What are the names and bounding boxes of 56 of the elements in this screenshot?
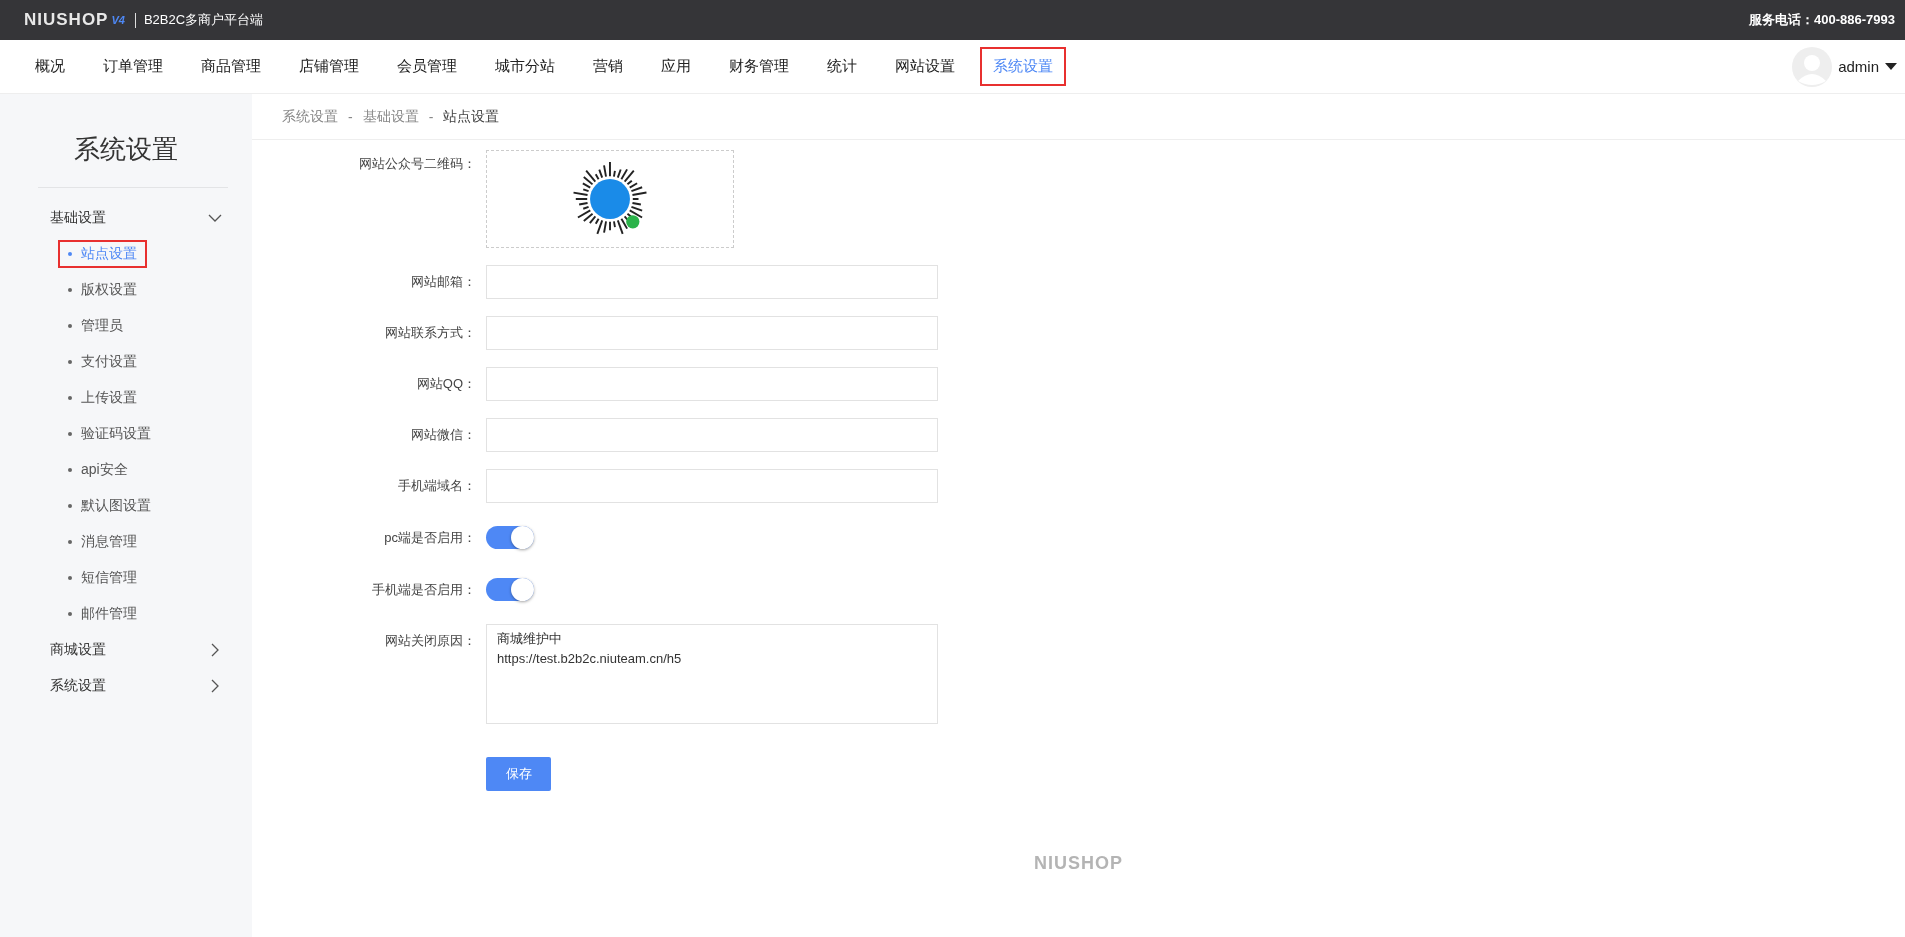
- input-field[interactable]: [486, 316, 938, 350]
- sidebar-item[interactable]: 版权设置: [58, 276, 147, 304]
- field-label: pc端是否启用：: [383, 528, 477, 547]
- caret-icon[interactable]: [1885, 62, 1897, 71]
- nav-item[interactable]: 订单管理: [90, 47, 176, 86]
- nav-item[interactable]: 会员管理: [384, 47, 470, 86]
- user-name[interactable]: admin: [1838, 58, 1879, 75]
- platform-title: B2B2C多商户平台端: [143, 11, 264, 29]
- nav-item[interactable]: 城市分站: [482, 47, 568, 86]
- breadcrumb-separator: -: [428, 108, 434, 125]
- breadcrumb-link[interactable]: 基础设置: [362, 107, 419, 126]
- nav-item[interactable]: 系统设置: [980, 47, 1066, 86]
- version-label: V4: [111, 14, 125, 26]
- input-field[interactable]: [486, 418, 938, 452]
- sidebar-item[interactable]: 默认图设置: [58, 492, 161, 520]
- text-area[interactable]: 商城维护中 https://test.b2b2c.niuteam.cn/h5: [486, 624, 938, 724]
- field-label: 网站关闭原因：: [384, 632, 477, 650]
- nav-item[interactable]: 商品管理: [188, 47, 274, 86]
- field-label: 网站QQ：: [415, 375, 477, 393]
- sidebar-item[interactable]: 验证码设置: [58, 420, 161, 448]
- input-field[interactable]: [486, 367, 938, 401]
- breadcrumb-link[interactable]: 系统设置: [282, 107, 338, 126]
- toggle-switch[interactable]: [486, 578, 534, 601]
- sidebar-item[interactable]: 支付设置: [58, 348, 147, 376]
- sidebar-title: 系统设置: [73, 133, 179, 166]
- nav-item[interactable]: 财务管理: [716, 47, 802, 86]
- breadcrumb-link[interactable]: 站点设置: [443, 107, 500, 126]
- sidebar-item[interactable]: api安全: [58, 456, 138, 484]
- input-field[interactable]: [486, 265, 938, 299]
- footer-logo: NIUSHOP: [1034, 853, 1123, 874]
- sidebar-item[interactable]: 短信管理: [58, 564, 147, 592]
- field-label: 手机端是否启用：: [371, 580, 477, 599]
- sidebar-item[interactable]: 邮件管理: [58, 600, 147, 628]
- sidebar-item[interactable]: 消息管理: [58, 528, 147, 556]
- sidebar-group[interactable]: 基础设置: [0, 200, 252, 236]
- nav-item[interactable]: 应用: [648, 47, 704, 86]
- nav-item[interactable]: 统计: [814, 47, 870, 86]
- nav-item[interactable]: 营销: [580, 47, 636, 86]
- sidebar-group[interactable]: 系统设置: [0, 668, 252, 704]
- sidebar-item[interactable]: 管理员: [58, 312, 133, 340]
- nav-item[interactable]: 概况: [22, 47, 78, 86]
- field-label: 网站公众号二维码：: [358, 155, 477, 173]
- field-label: 网站微信：: [410, 426, 477, 444]
- service-phone: 服务电话：400-886-7993: [1749, 11, 1895, 29]
- toggle-switch[interactable]: [486, 526, 534, 549]
- logo: NIUSHOP: [24, 10, 109, 30]
- sidebar-item[interactable]: 上传设置: [58, 384, 147, 412]
- field-label: 手机端域名：: [397, 477, 477, 495]
- nav-item[interactable]: 网站设置: [882, 47, 968, 86]
- sidebar-group[interactable]: 商城设置: [0, 632, 252, 668]
- input-field[interactable]: [486, 469, 938, 503]
- breadcrumb-separator: -: [348, 108, 353, 125]
- field-label: 网站邮箱：: [410, 273, 477, 291]
- field-label: 网站联系方式：: [384, 324, 477, 342]
- nav-item[interactable]: 店铺管理: [286, 47, 372, 86]
- image-upload[interactable]: [486, 150, 734, 248]
